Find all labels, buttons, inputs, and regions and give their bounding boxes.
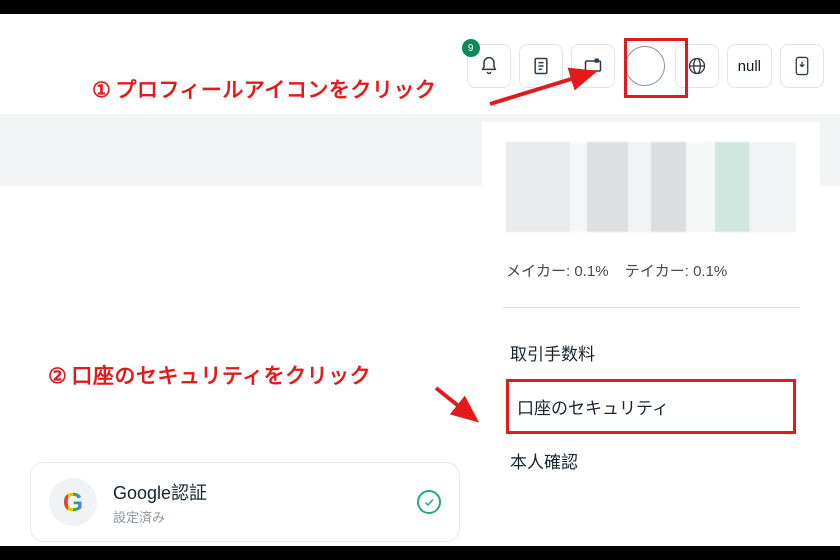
menu-item-fees[interactable]: 取引手数料: [506, 326, 796, 379]
annotation-arrow-2: [430, 382, 486, 430]
avatar-icon: [625, 46, 665, 86]
globe-icon: [687, 56, 707, 76]
annotation-step2: ②口座のセキュリティをクリック: [48, 360, 371, 390]
wallet-button[interactable]: [571, 44, 615, 88]
google-auth-title: Google認証: [113, 479, 207, 505]
document-icon: [531, 56, 551, 76]
null-button[interactable]: null: [727, 44, 772, 88]
menu-item-account-security[interactable]: 口座のセキュリティ: [506, 379, 796, 434]
fee-rates: メイカー: 0.1% テイカー: 0.1%: [506, 260, 796, 281]
check-icon: [417, 490, 441, 514]
orders-button[interactable]: [519, 44, 563, 88]
notification-badge: 9: [462, 39, 480, 57]
divider: [502, 307, 800, 308]
download-button[interactable]: [780, 44, 824, 88]
google-auth-card[interactable]: G Google認証 設定済み: [30, 462, 460, 542]
google-auth-text: Google認証 設定済み: [113, 479, 207, 526]
profile-dropdown: メイカー: 0.1% テイカー: 0.1% 取引手数料 口座のセキュリティ 本人…: [482, 122, 820, 546]
download-icon: [793, 56, 811, 76]
menu-item-kyc[interactable]: 本人確認: [506, 434, 796, 487]
profile-button[interactable]: [623, 44, 667, 88]
notifications-button[interactable]: 9: [467, 44, 511, 88]
bell-icon: [479, 56, 499, 76]
google-logo-icon: G: [49, 478, 97, 526]
annotation-step1: ①プロフィールアイコンをクリック: [92, 74, 436, 104]
language-button[interactable]: [675, 44, 719, 88]
redacted-user-info: [506, 142, 796, 232]
header-icon-row: 9 null: [467, 44, 824, 88]
card-icon: [583, 56, 603, 76]
google-auth-subtitle: 設定済み: [113, 507, 207, 526]
